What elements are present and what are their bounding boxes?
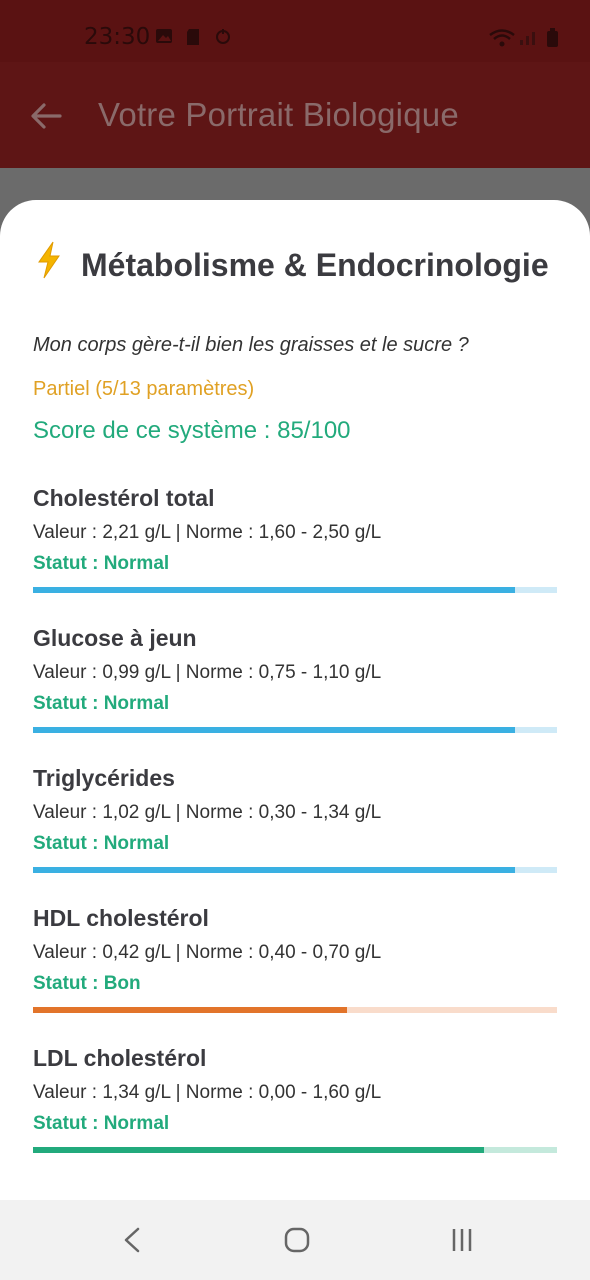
param-status: Statut : Normal (33, 833, 170, 854)
system-nav-bar (0, 1200, 590, 1280)
param-value: Valeur : 1,02 g/L | Norme : 0,30 - 1,34 … (33, 802, 382, 823)
lightning-icon (38, 241, 60, 279)
param-status: Statut : Normal (33, 1113, 170, 1134)
status-time: 23:30 (84, 24, 151, 50)
param-progress-bar (33, 727, 557, 733)
param-name: Triglycérides (33, 765, 175, 791)
app-bar: Votre Portrait Biologique (0, 62, 590, 168)
param-ldl: LDL cholestérol Valeur : 1,34 g/L | Norm… (33, 1045, 557, 1153)
param-status: Statut : Normal (33, 553, 170, 574)
param-value: Valeur : 1,34 g/L | Norme : 0,00 - 1,60 … (33, 1082, 382, 1103)
param-progress-bar (33, 1147, 557, 1153)
param-hdl: HDL cholestérol Valeur : 0,42 g/L | Norm… (33, 905, 557, 1013)
param-name: Glucose à jeun (33, 625, 197, 651)
param-value: Valeur : 2,21 g/L | Norme : 1,60 - 2,50 … (33, 522, 382, 543)
param-status: Statut : Bon (33, 973, 141, 994)
param-progress-bar (33, 587, 557, 593)
param-cholesterol-total: Cholestérol total Valeur : 2,21 g/L | No… (33, 485, 557, 593)
sync-icon (216, 29, 230, 44)
section-title: Métabolisme & Endocrinologie (81, 247, 549, 283)
param-status: Statut : Normal (33, 693, 170, 714)
nav-back-icon[interactable] (120, 1226, 144, 1254)
sd-card-icon (187, 29, 199, 45)
partial-count: Partiel (5/13 paramètres) (33, 378, 255, 400)
section-question: Mon corps gère-t-il bien les graisses et… (33, 334, 469, 356)
back-arrow-icon[interactable] (28, 98, 64, 134)
system-score: Score de ce système : 85/100 (33, 417, 351, 444)
param-glucose: Glucose à jeun Valeur : 0,99 g/L | Norme… (33, 625, 557, 733)
param-triglycerides: Triglycérides Valeur : 1,02 g/L | Norme … (33, 765, 557, 873)
param-name: Cholestérol total (33, 485, 215, 511)
page-title: Votre Portrait Biologique (98, 96, 459, 133)
param-name: LDL cholestérol (33, 1045, 207, 1071)
param-progress-bar (33, 1007, 557, 1013)
nav-home-icon[interactable] (283, 1226, 311, 1254)
param-value: Valeur : 0,99 g/L | Norme : 0,75 - 1,10 … (33, 662, 382, 683)
gallery-icon (156, 29, 172, 43)
wifi-icon (489, 29, 515, 47)
status-bar: 23:30 (0, 0, 590, 62)
signal-icon (520, 32, 535, 45)
section-title-row: Métabolisme & Endocrinologie (33, 240, 553, 286)
bottom-sheet: Métabolisme & Endocrinologie Mon corps g… (0, 200, 590, 1200)
param-value: Valeur : 0,42 g/L | Norme : 0,40 - 0,70 … (33, 942, 382, 963)
param-name: HDL cholestérol (33, 905, 209, 931)
param-progress-bar (33, 867, 557, 873)
nav-recents-icon[interactable] (448, 1226, 476, 1254)
battery-icon (547, 28, 558, 47)
